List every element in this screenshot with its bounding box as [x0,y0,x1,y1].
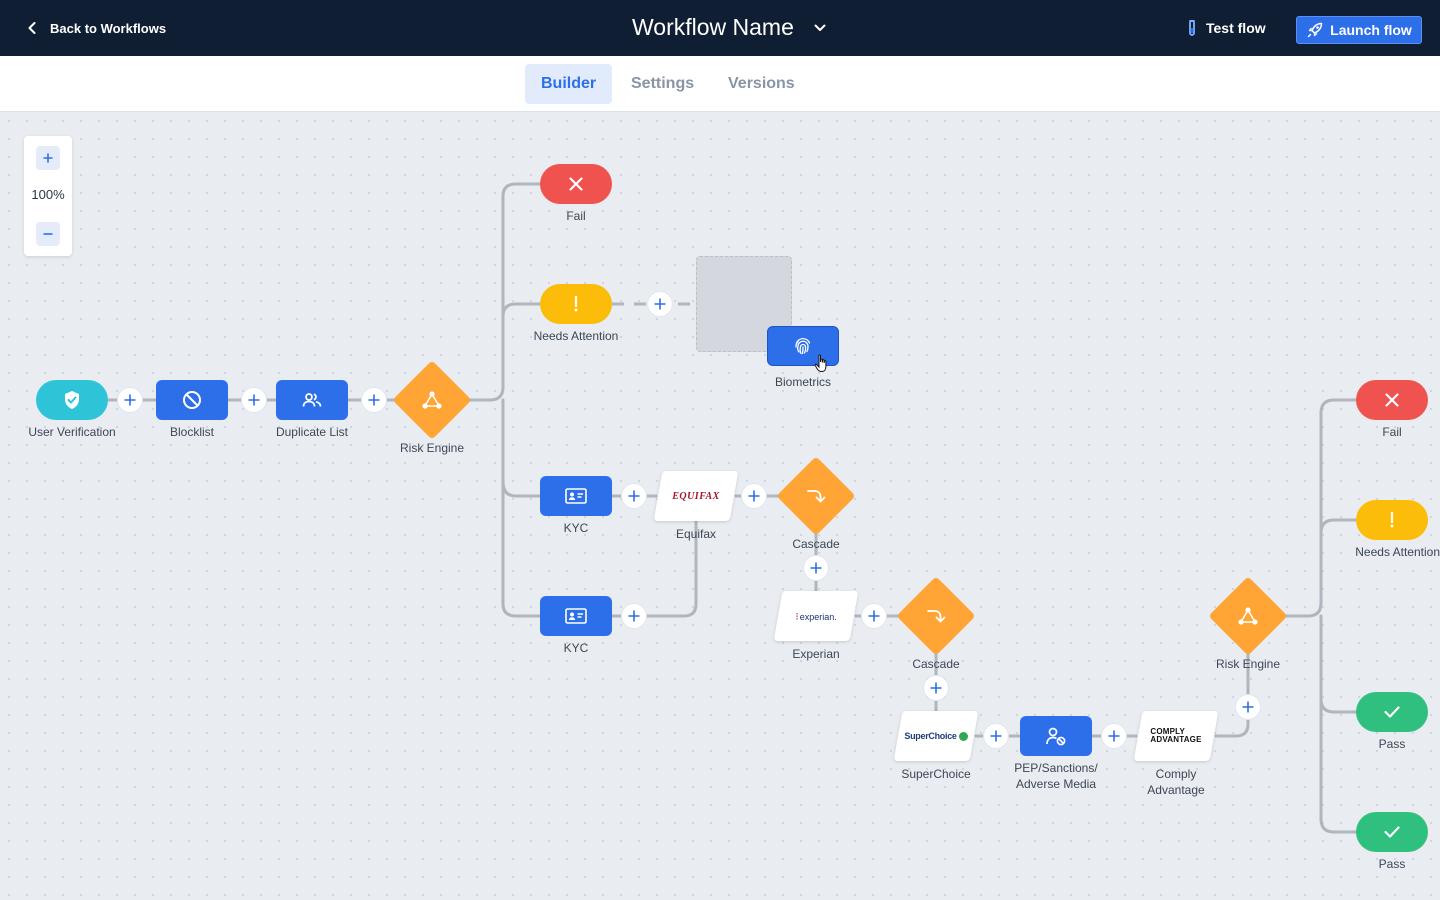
add-step-button[interactable] [924,676,948,700]
needs-attention-node[interactable] [1356,500,1428,540]
block-icon [183,391,201,409]
plus-icon [748,490,760,502]
pass-label: Pass [1378,857,1406,871]
comply-advantage-node[interactable] [1133,711,1219,761]
comply-advantage-label: Comply Advantage [1106,766,1246,798]
pep-sanctions-node[interactable] [1020,716,1092,756]
add-step-button[interactable] [242,388,266,412]
shield-check-icon [65,391,79,409]
add-step-button[interactable] [1236,695,1260,719]
add-step-button[interactable] [622,484,646,508]
id-card-icon [565,608,587,624]
user-verification-node[interactable] [36,380,108,420]
pep-label-line1: PEP/Sanctions/ [1014,761,1098,775]
edge-risk-branches [466,182,542,618]
close-icon [569,177,583,191]
kyc-label: KYC [563,641,589,655]
plus-icon [868,610,880,622]
add-step-button[interactable] [648,292,672,316]
kyc-node[interactable] [540,476,612,516]
plus-icon [368,394,380,406]
biometrics-node-dragging[interactable] [767,326,839,366]
superchoice-node[interactable] [893,711,979,761]
edge-risk2-branches [1284,398,1358,834]
plus-icon [1242,701,1254,713]
pass-node[interactable] [1356,692,1428,732]
duplicate-list-node[interactable] [276,380,348,420]
plus-icon [628,490,640,502]
plus-icon [248,394,260,406]
plus-icon [43,153,53,163]
zoom-level: 100% [31,187,65,202]
user-verification-label: User Verification [28,425,116,439]
duplicate-list-label: Duplicate List [275,425,349,439]
add-step-button[interactable] [804,556,828,580]
zoom-out-button[interactable] [36,222,60,246]
workflow-connectors [106,182,1358,834]
plus-icon [654,298,666,310]
minus-icon [43,233,53,235]
add-step-button[interactable] [118,388,142,412]
superchoice-label: SuperChoice [901,767,971,781]
equifax-node[interactable] [653,471,739,521]
add-step-button[interactable] [622,604,646,628]
needs-attention-label: Needs Attention [1355,545,1440,559]
plus-icon [124,394,136,406]
id-card-icon [565,488,587,504]
exclamation-icon [1390,512,1394,528]
plus-icon [930,682,942,694]
equifax-label: Equifax [675,527,717,541]
needs-attention-node[interactable] [540,284,612,324]
cascade-label: Cascade [792,537,840,551]
close-icon [1385,393,1399,407]
risk-engine-label: Risk Engine [1215,657,1281,671]
add-step-button[interactable] [862,604,886,628]
add-step-button[interactable] [1102,724,1126,748]
pass-label: Pass [1378,737,1406,751]
fail-label: Fail [566,209,586,223]
kyc-label: KYC [563,521,589,535]
plus-icon [810,562,822,574]
check-icon [1384,706,1400,718]
kyc-node[interactable] [540,596,612,636]
fail-node[interactable] [540,164,612,204]
risk-engine-label: Risk Engine [399,441,465,455]
comply-label-line2: Advantage [1147,783,1205,797]
plus-icon [628,610,640,622]
zoom-control: 100% [24,136,72,256]
add-step-button[interactable] [742,484,766,508]
comply-label-line1: Comply [1155,767,1197,781]
biometrics-label: Biometrics [774,375,831,389]
cascade-label: Cascade [912,657,960,671]
experian-label: Experian [792,647,840,661]
user-block-icon [1046,727,1066,746]
experian-node[interactable] [773,591,859,641]
fingerprint-icon [795,337,811,355]
fail-node[interactable] [1356,380,1428,420]
users-icon [302,393,322,407]
blocklist-node[interactable] [156,380,228,420]
plus-icon [990,730,1002,742]
needs-attention-label: Needs Attention [533,329,619,343]
zoom-in-button[interactable] [36,146,60,170]
add-step-button[interactable] [362,388,386,412]
pass-node[interactable] [1356,812,1428,852]
pep-sanctions-label: PEP/Sanctions/ Adverse Media [986,760,1126,792]
pep-label-line2: Adverse Media [1015,777,1097,791]
blocklist-label: Blocklist [169,425,214,439]
add-step-button[interactable] [984,724,1008,748]
plus-icon [1108,730,1120,742]
check-icon [1384,826,1400,838]
fail-label: Fail [1382,425,1402,439]
exclamation-icon [574,296,578,312]
